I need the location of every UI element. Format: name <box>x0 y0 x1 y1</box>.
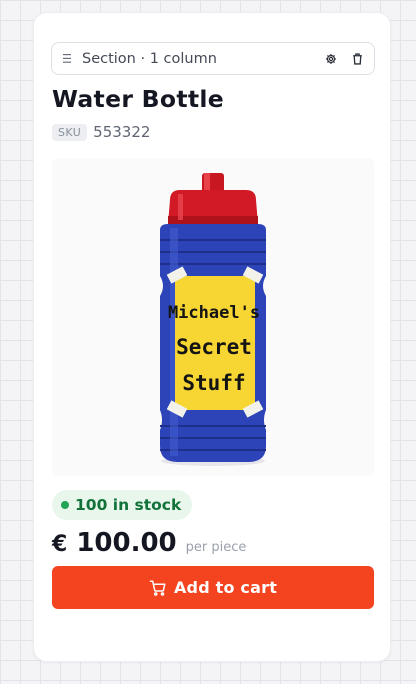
trash-icon[interactable] <box>344 46 370 72</box>
product-card: Section · 1 column Water Bottle SKU 5533… <box>33 12 391 662</box>
price-row: € 100.00 per piece <box>52 528 246 558</box>
stock-badge: 100 in stock <box>52 490 193 520</box>
sku-row: SKU 553322 <box>52 123 150 141</box>
bottle-label-line-2: Secret <box>176 335 252 359</box>
product-image: Michael's Secret Stuff <box>52 158 374 476</box>
sku-badge: SKU <box>52 123 88 141</box>
price-value: 100.00 <box>76 528 177 558</box>
price-currency: € <box>52 532 68 557</box>
product-title: Water Bottle <box>52 85 225 113</box>
drag-handle-icon[interactable] <box>52 54 82 63</box>
price-unit: per piece <box>185 540 247 555</box>
section-label: Section · 1 column <box>82 50 217 67</box>
sku-value: 553322 <box>93 123 151 141</box>
gear-icon[interactable] <box>318 46 344 72</box>
add-to-cart-button[interactable]: Add to cart <box>52 566 374 609</box>
cart-icon <box>149 579 167 597</box>
section-toolbar[interactable]: Section · 1 column <box>51 42 375 75</box>
bottle-label-line-3: Stuff <box>182 371 245 395</box>
stock-status-dot-icon <box>61 501 69 509</box>
bottle-label-line-1: Michael's <box>168 303 260 323</box>
add-to-cart-label: Add to cart <box>173 578 278 597</box>
stock-text: 100 in stock <box>75 496 182 514</box>
